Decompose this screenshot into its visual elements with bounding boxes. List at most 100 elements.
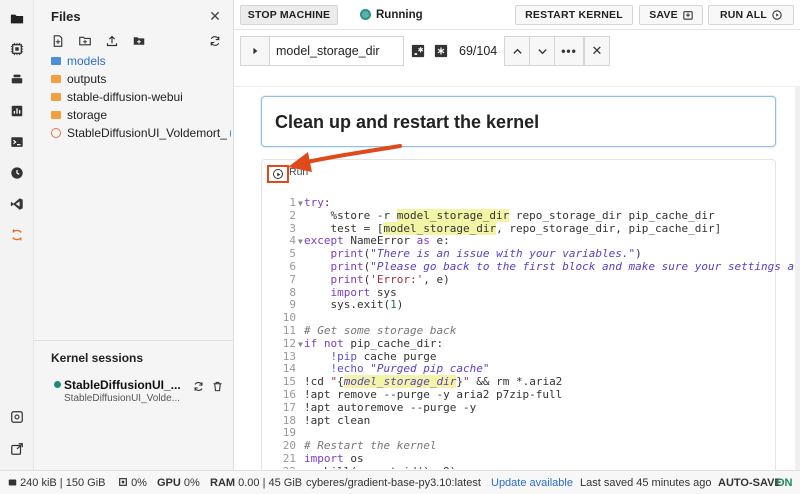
stack-icon[interactable]: [8, 70, 26, 88]
stop-machine-button[interactable]: STOP MACHINE: [240, 5, 338, 25]
close-icon[interactable]: ✕: [208, 8, 222, 25]
code-line[interactable]: 21 import os: [274, 451, 794, 466]
ram-usage: 0.00 | 45 GiB: [238, 477, 303, 489]
help-icon[interactable]: [8, 408, 26, 426]
code-line[interactable]: 9 sys.exit(1): [274, 298, 794, 312]
file-item-label: outputs: [67, 72, 107, 86]
line-number: 16: [282, 387, 296, 401]
previous-match-button[interactable]: [504, 36, 530, 66]
folder-icon: [51, 75, 61, 83]
code-text: !apt autoremove --purge -y: [304, 400, 477, 414]
code-line[interactable]: 11 # Get some storage back: [274, 323, 794, 338]
code-line[interactable]: 1 ▼ try:: [274, 197, 794, 210]
annotation-arrow-icon: [288, 144, 402, 172]
line-number: 22: [274, 465, 296, 469]
notebook-icon: [51, 128, 61, 138]
code-line[interactable]: 22 os.kill(os.getpid(), 9): [274, 465, 794, 469]
scrollbar[interactable]: [795, 86, 800, 470]
chevron-right-icon: [253, 47, 258, 55]
file-item-stable-diffusion-webui[interactable]: stable-diffusion-webui: [51, 88, 231, 106]
ram-label: RAM: [210, 477, 236, 489]
code-text: %store -r model_storage_dir repo_storage…: [304, 208, 715, 222]
upload-icon[interactable]: [105, 34, 119, 48]
cell-heading: Clean up and restart the kernel: [275, 112, 540, 132]
file-item-label: stable-diffusion-webui: [67, 90, 183, 104]
refresh-icon[interactable]: [208, 34, 222, 48]
run-all-label: RUN ALL: [719, 9, 768, 21]
new-directory-icon[interactable]: [132, 34, 146, 48]
line-number: 12: [282, 336, 296, 350]
code-text: print('Error:', e): [330, 272, 450, 286]
external-link-icon[interactable]: [8, 440, 26, 458]
cpu-icon[interactable]: [8, 40, 26, 58]
code-editor[interactable]: 1 ▼ try: 2 %store -r model_storage_dir repo…: [274, 197, 794, 469]
kernel-status-dot: [54, 381, 61, 388]
run-all-button[interactable]: RUN ALL: [708, 5, 794, 25]
file-item-models[interactable]: models: [51, 52, 231, 70]
last-saved: Last saved 45 minutes ago: [580, 477, 712, 489]
code-text: os.kill(os.getpid(), 9): [304, 465, 456, 469]
jupyter-icon[interactable]: [8, 226, 26, 244]
chevron-up-icon: [512, 48, 522, 54]
new-file-icon[interactable]: [51, 34, 65, 48]
code-line[interactable]: 16 !apt remove --purge -y aria2 p7zip-ful…: [274, 387, 794, 402]
files-panel-title: Files: [51, 9, 81, 24]
chart-icon[interactable]: [8, 102, 26, 120]
autosave-label: AUTO-SAVE: [718, 477, 782, 489]
terminal-icon[interactable]: [8, 133, 26, 151]
kernel-sessions-title: Kernel sessions: [51, 351, 144, 365]
next-match-button[interactable]: [529, 36, 555, 66]
code-line[interactable]: 18 !apt clean: [274, 413, 794, 428]
close-icon: ✕: [591, 43, 603, 58]
chevron-down-icon: [537, 48, 547, 54]
play-circle-icon: [772, 10, 782, 20]
folder-icon: [51, 111, 61, 119]
trash-icon[interactable]: [210, 379, 224, 393]
close-find-button[interactable]: ✕: [584, 36, 610, 66]
regex-toggle-icon[interactable]: [408, 41, 428, 61]
code-text: sys.exit(1): [304, 298, 404, 312]
cpu-status: 0%: [118, 477, 147, 489]
file-item-outputs[interactable]: outputs: [51, 70, 231, 88]
file-browser-panel: Files ✕ models outputs stable-diffusion-…: [34, 0, 234, 470]
more-options-button[interactable]: •••: [554, 36, 584, 66]
folder-icon[interactable]: [8, 10, 26, 28]
line-number: 2: [289, 208, 296, 222]
file-item-notebook[interactable]: StableDiffusionUI_Voldemort_: [51, 124, 231, 142]
file-item-label: storage: [67, 108, 108, 122]
line-number: 1: [289, 197, 296, 209]
code-line[interactable]: 17 !apt autoremove --purge -y: [274, 400, 794, 415]
container-image: cyberes/gradient-base-py3.10:latest: [306, 477, 481, 489]
search-input[interactable]: [269, 36, 404, 66]
code-text: !apt clean: [304, 413, 371, 427]
toggle-replace-button[interactable]: [240, 36, 270, 66]
folder-icon: [51, 57, 61, 65]
folder-icon: [51, 93, 61, 101]
filter-toggle-icon[interactable]: [431, 41, 451, 61]
file-item-storage[interactable]: storage: [51, 106, 231, 124]
save-button[interactable]: SAVE: [639, 5, 703, 25]
running-status-icon: [360, 9, 371, 20]
new-folder-icon[interactable]: [78, 34, 92, 48]
gpu-label: GPU: [157, 477, 181, 489]
autosave-toggle[interactable]: ON: [776, 477, 793, 489]
gpu-status: GPU 0%: [157, 477, 200, 489]
save-label: SAVE: [649, 9, 678, 21]
kernel-session-name[interactable]: StableDiffusionUI_...: [64, 378, 181, 392]
restart-kernel-button[interactable]: RESTART KERNEL: [515, 5, 633, 25]
activity-rail: [0, 0, 34, 470]
clock-icon[interactable]: [8, 164, 26, 182]
line-number: 11: [282, 323, 296, 337]
disk-icon: [8, 479, 17, 486]
file-item-label: StableDiffusionUI_Voldemort_: [67, 126, 227, 140]
code-line[interactable]: 2 %store -r model_storage_dir repo_stora…: [274, 208, 794, 223]
line-number: 6: [289, 259, 296, 273]
vscode-icon[interactable]: [8, 195, 26, 213]
unsaved-dot-icon: [229, 129, 231, 137]
cpu-usage: 0%: [131, 477, 147, 489]
restart-kernel-icon[interactable]: [191, 379, 205, 393]
update-available-link[interactable]: Update available: [491, 477, 573, 489]
find-bar: 69/104 ••• ✕: [240, 36, 610, 66]
code-text: import os: [304, 451, 364, 465]
notebook-toolbar: STOP MACHINE Running RESTART KERNEL SAVE…: [234, 0, 800, 30]
